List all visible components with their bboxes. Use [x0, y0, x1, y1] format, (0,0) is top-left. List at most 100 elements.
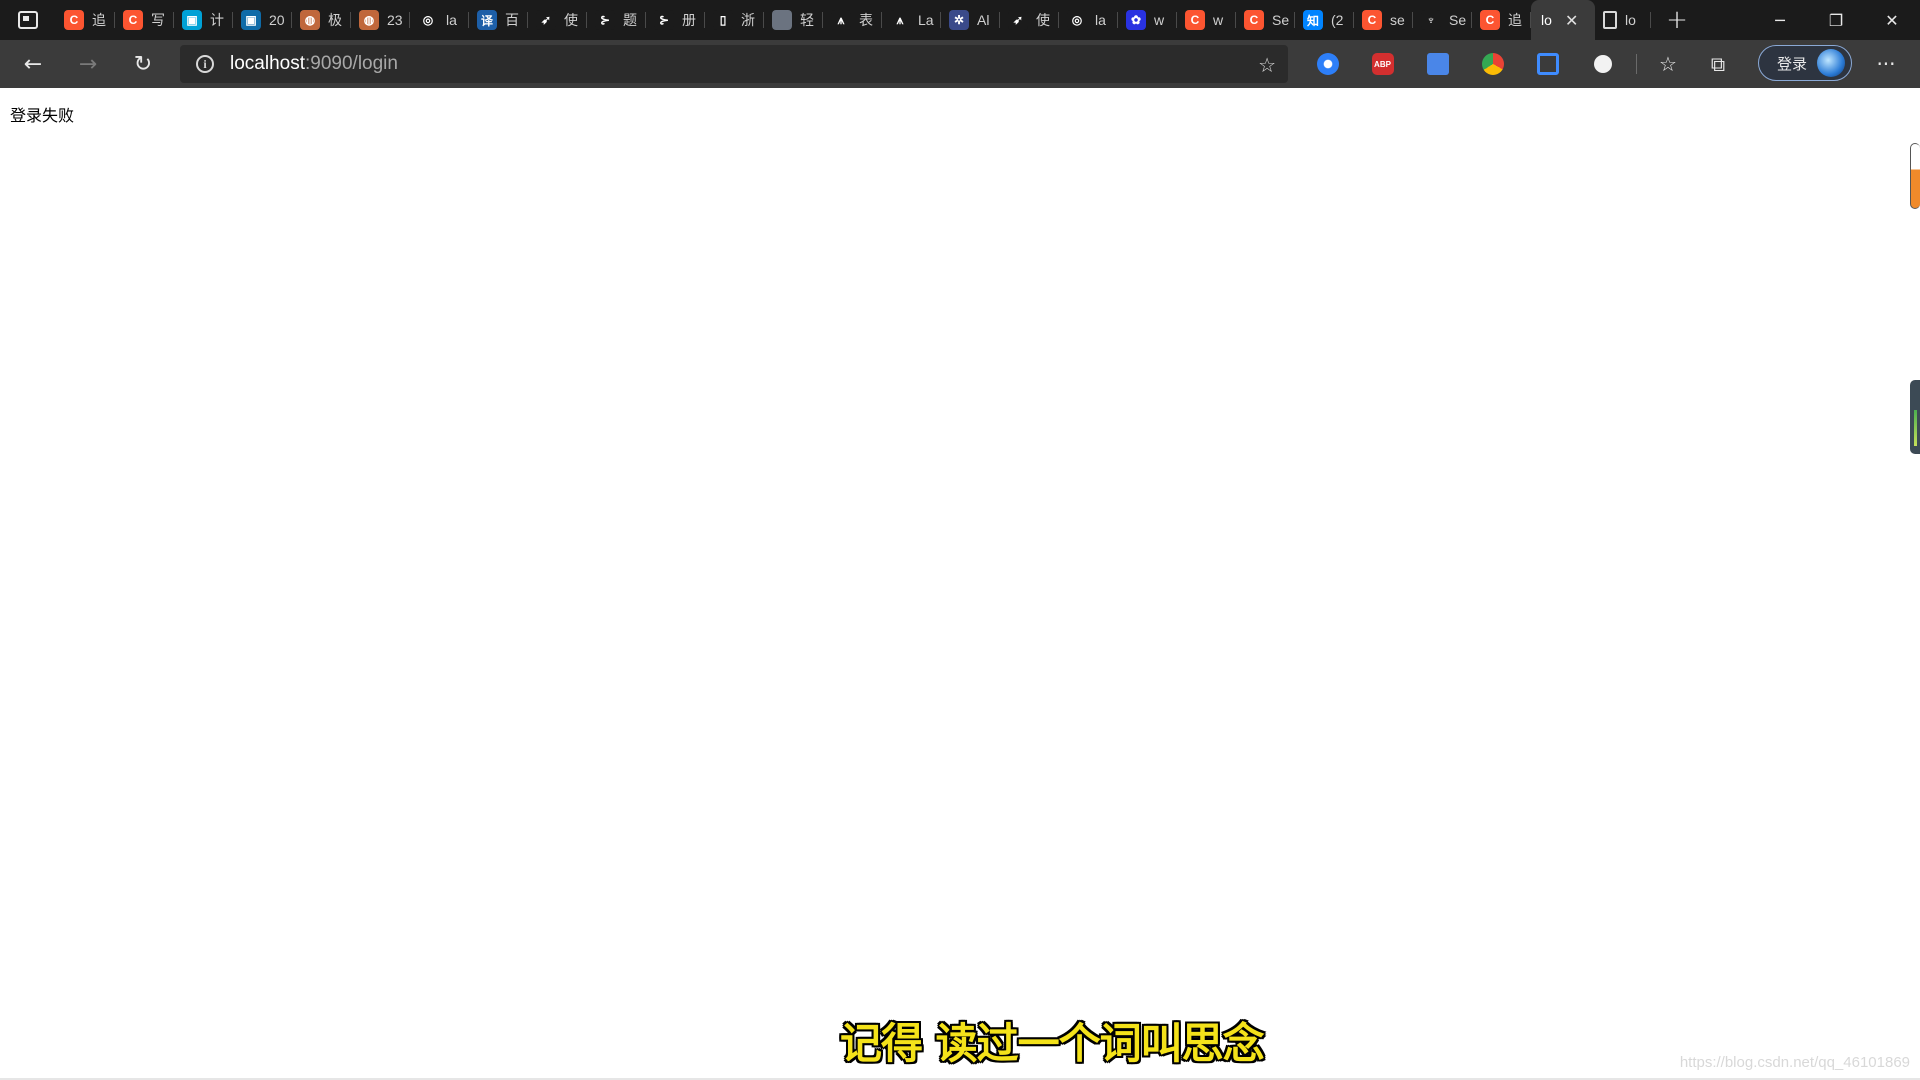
tab-0[interactable]: C追	[56, 0, 115, 40]
tab-actions-icon	[18, 11, 38, 29]
tab-11[interactable]: ▯ 浙	[705, 0, 764, 40]
tab-1[interactable]: C写	[115, 0, 174, 40]
tab-7[interactable]: 译百	[469, 0, 528, 40]
tab-favicon-icon: ⩚	[831, 10, 851, 30]
scrollbar-marker[interactable]	[1910, 143, 1920, 209]
side-panel-handle[interactable]	[1910, 380, 1920, 454]
close-tab-icon[interactable]: ✕	[1565, 11, 1578, 30]
tab-title: lo	[1625, 12, 1636, 28]
tab-active[interactable]: lo ✕	[1531, 0, 1595, 40]
add-favorite-icon[interactable]: ☆	[1258, 53, 1276, 77]
url-host: localhost	[230, 53, 305, 74]
tab-title: 计	[210, 12, 224, 28]
tab-title: (2	[1331, 12, 1344, 28]
tab-favicon-icon: ◎	[418, 10, 438, 30]
adblock-icon[interactable]: ABP	[1355, 40, 1410, 88]
extension-sync-icon[interactable]	[1300, 40, 1355, 88]
tab-title: 写	[151, 12, 165, 28]
tab-22[interactable]: Cse	[1354, 0, 1413, 40]
tab-favicon-icon: ⊱	[595, 10, 615, 30]
tab-16[interactable]: ➶ 使	[1000, 0, 1059, 40]
tab-favicon-icon: ➶	[536, 10, 556, 30]
tab-title: La	[918, 12, 934, 28]
profile-label: 登录	[1777, 54, 1808, 73]
collections-icon[interactable]: ⧉	[1693, 40, 1743, 88]
tab-title: w	[1213, 12, 1224, 28]
tab-8[interactable]: ➶ 使	[528, 0, 587, 40]
tab-favicon-icon: ◎	[1067, 10, 1087, 30]
chrome-extension-icon[interactable]	[1465, 40, 1520, 88]
tab-favicon-icon: C	[1185, 10, 1205, 30]
tab-4[interactable]: ◍ 极	[292, 0, 351, 40]
tab-title: 使	[1036, 12, 1050, 28]
tab-title: 题	[623, 12, 637, 28]
close-window-button[interactable]: ✕	[1864, 0, 1920, 40]
translate-icon[interactable]	[1410, 40, 1465, 88]
tab-9[interactable]: ⊱ 题	[587, 0, 646, 40]
tab-10[interactable]: ⊱ 册	[646, 0, 705, 40]
tab-favicon-icon: ✿	[1126, 10, 1146, 30]
forward-button[interactable]: →	[66, 44, 110, 84]
tab-title: lo	[1541, 12, 1552, 28]
restore-button[interactable]: ❐	[1808, 0, 1864, 40]
tab-favicon-icon: ▣	[241, 10, 261, 30]
crop-icon[interactable]	[1520, 40, 1575, 88]
tab-13[interactable]: ⩚ 表	[823, 0, 882, 40]
more-menu-button[interactable]: ···	[1862, 40, 1910, 88]
tab-favicon-icon: ♆	[1421, 10, 1441, 30]
tab-12[interactable]: 轻	[764, 0, 823, 40]
tab-2[interactable]: ▣ 计	[174, 0, 233, 40]
tab-5[interactable]: ◍ 23	[351, 0, 410, 40]
tab-19[interactable]: Cw	[1177, 0, 1236, 40]
tab-20[interactable]: C Se	[1236, 0, 1295, 40]
url-text[interactable]: localhost:9090/login	[230, 53, 398, 75]
tab-favicon-icon: ▯	[713, 10, 733, 30]
tab-title: Se	[1272, 12, 1290, 28]
tab-favicon-icon: ▣	[182, 10, 202, 30]
tab-favicon-icon	[772, 10, 792, 30]
tab-login-2[interactable]: lo	[1595, 0, 1651, 40]
tab-21[interactable]: 知 (2	[1295, 0, 1354, 40]
tab-favicon-icon: C	[123, 10, 143, 30]
new-tab-button[interactable]: +	[1657, 0, 1697, 40]
reload-button[interactable]: ↻	[121, 44, 165, 84]
tab-6[interactable]: ◎ la	[410, 0, 469, 40]
extension-circle-icon[interactable]	[1575, 40, 1630, 88]
page-content: 登录失败 记得 读过一个词叫思念 https://blog.csdn.net/q…	[0, 88, 1920, 1080]
address-bar[interactable]: i localhost:9090/login ☆	[180, 45, 1288, 83]
tab-list: C 追 C 写 ▣ 计 ▣ 20 ◍ 极 ◍ 23 ◎ la 译百 ➶ 使 ⊱ 题 ⊱ 册 ▯ 浙 轻 ⩚ 表 ⩚ La ✲ Al ➶ 使 ◎…	[56, 0, 1531, 40]
url-path: :9090/login	[305, 53, 398, 74]
tab-title: 册	[682, 12, 696, 28]
tab-favicon-icon: C	[64, 10, 84, 30]
watermark-text: https://blog.csdn.net/qq_46101869	[1679, 1054, 1910, 1071]
window-controls: ─ ❐ ✕	[1752, 0, 1920, 40]
tab-24[interactable]: C追	[1472, 0, 1531, 40]
tab-favicon-icon: C	[1244, 10, 1264, 30]
tab-title: 轻	[800, 12, 814, 28]
profile-button[interactable]: 登录	[1758, 45, 1852, 81]
tab-title: Al	[977, 12, 990, 28]
tab-23[interactable]: ♆ Se	[1413, 0, 1472, 40]
tab-3[interactable]: ▣ 20	[233, 0, 292, 40]
tab-favicon-icon: ⊱	[654, 10, 674, 30]
minimize-button[interactable]: ─	[1752, 0, 1808, 40]
tab-favicon-icon: C	[1362, 10, 1382, 30]
tab-title: 追	[92, 12, 106, 28]
back-button[interactable]: ←	[11, 44, 55, 84]
tab-favicon-icon: 知	[1303, 10, 1323, 30]
login-failed-message: 登录失败	[10, 106, 75, 125]
tab-15[interactable]: ✲ Al	[941, 0, 1000, 40]
tab-14[interactable]: ⩚ La	[882, 0, 941, 40]
tab-18[interactable]: ✿ w	[1118, 0, 1177, 40]
tab-favicon-icon: ◍	[359, 10, 379, 30]
tab-title: 20	[269, 12, 285, 28]
tab-strip: C 追 C 写 ▣ 计 ▣ 20 ◍ 极 ◍ 23 ◎ la 译百 ➶ 使 ⊱ 题 ⊱ 册 ▯ 浙 轻 ⩚ 表 ⩚ La ✲ Al ➶ 使 ◎…	[0, 0, 1920, 40]
video-subtitle: 记得 读过一个词叫思念	[840, 1019, 1265, 1068]
tab-title: 百	[505, 12, 519, 28]
tab-favicon-icon: C	[1480, 10, 1500, 30]
tab-title: 极	[328, 12, 342, 28]
tab-actions-button[interactable]	[0, 0, 56, 40]
favorites-icon[interactable]: ☆	[1643, 40, 1693, 88]
site-info-icon[interactable]: i	[196, 55, 214, 73]
tab-17[interactable]: ◎ la	[1059, 0, 1118, 40]
